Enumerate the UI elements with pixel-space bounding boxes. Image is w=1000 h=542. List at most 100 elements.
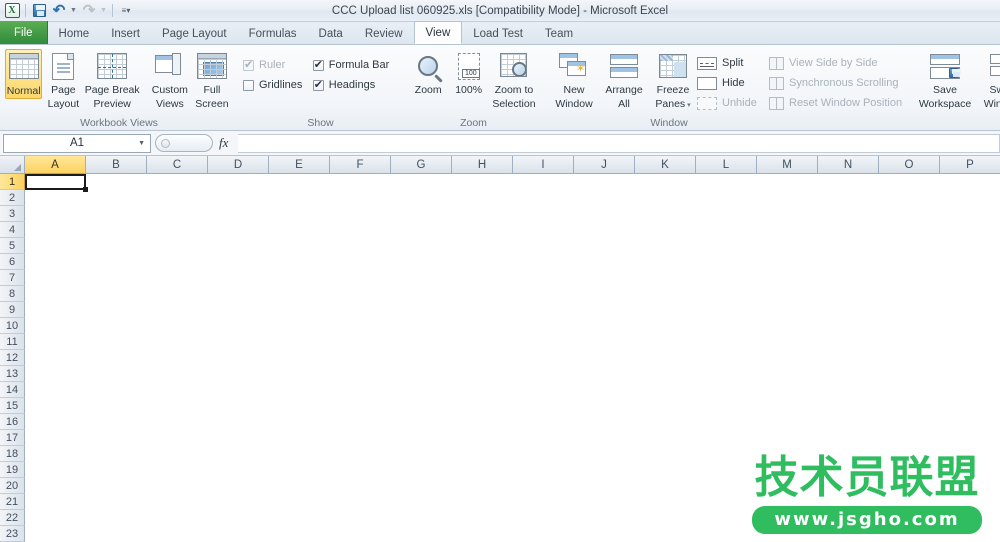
tab-team[interactable]: Team	[534, 23, 584, 44]
column-header-d[interactable]: D	[208, 156, 269, 174]
column-header-e[interactable]: E	[269, 156, 330, 174]
name-box-value: A1	[70, 137, 84, 149]
formula-bar: A1 ▼ fx	[0, 131, 1000, 156]
group-zoom: Zoom 100 100% Zoom to Selection	[403, 45, 544, 130]
column-header-g[interactable]: G	[391, 156, 452, 174]
column-header-j[interactable]: J	[574, 156, 635, 174]
name-box-dropdown-icon[interactable]: ▼	[138, 140, 145, 147]
button-save-workspace[interactable]: Save Workspace	[914, 49, 976, 110]
checkbox-headings[interactable]: Headings	[313, 75, 398, 95]
headings-checkbox-icon[interactable]	[313, 80, 324, 91]
column-headers: A B C D E F G H I J K L M N O P	[0, 156, 1000, 174]
synchronous-scrolling-icon	[769, 77, 784, 90]
reset-window-position-icon	[769, 97, 784, 110]
formula-bar-buttons[interactable]	[155, 134, 213, 152]
redo-dropdown-icon[interactable]: ▼	[100, 2, 108, 20]
name-box[interactable]: A1 ▼	[3, 134, 151, 153]
row-header-20[interactable]: 20	[0, 478, 25, 494]
tab-home[interactable]: Home	[48, 23, 101, 44]
column-header-p[interactable]: P	[940, 156, 1000, 174]
button-freeze-panes[interactable]: Freeze Panes ▾	[649, 49, 697, 110]
button-view-side-by-side: View Side by Side	[769, 53, 909, 73]
tab-file[interactable]: File	[0, 21, 48, 44]
row-header-23[interactable]: 23	[0, 526, 25, 542]
column-header-c[interactable]: C	[147, 156, 208, 174]
column-header-o[interactable]: O	[879, 156, 940, 174]
row-header-14[interactable]: 14	[0, 382, 25, 398]
row-header-21[interactable]: 21	[0, 494, 25, 510]
column-header-l[interactable]: L	[696, 156, 757, 174]
row-header-17[interactable]: 17	[0, 430, 25, 446]
tab-load-test[interactable]: Load Test	[462, 23, 534, 44]
tab-insert[interactable]: Insert	[100, 23, 151, 44]
tab-page-layout[interactable]: Page Layout	[151, 23, 238, 44]
row-header-3[interactable]: 3	[0, 206, 25, 222]
tab-view[interactable]: View	[414, 21, 463, 44]
row-header-16[interactable]: 16	[0, 414, 25, 430]
checkbox-gridlines[interactable]: Gridlines	[243, 75, 313, 95]
button-new-window[interactable]: ✶ New Window	[549, 49, 599, 110]
button-zoom[interactable]: Zoom	[408, 49, 448, 97]
checkbox-formula-bar[interactable]: Formula Bar	[313, 55, 398, 75]
row-header-18[interactable]: 18	[0, 446, 25, 462]
row-header-4[interactable]: 4	[0, 222, 25, 238]
column-header-h[interactable]: H	[452, 156, 513, 174]
formula-bar-checkbox-icon[interactable]	[313, 60, 324, 71]
button-full-screen[interactable]: Full Screen	[191, 49, 233, 110]
column-header-i[interactable]: I	[513, 156, 574, 174]
row-header-2[interactable]: 2	[0, 190, 25, 206]
row-header-10[interactable]: 10	[0, 318, 25, 334]
watermark-url: www.jsgho.com	[752, 506, 982, 534]
select-all-corner[interactable]	[0, 156, 25, 174]
column-header-n[interactable]: N	[818, 156, 879, 174]
row-header-7[interactable]: 7	[0, 270, 25, 286]
button-hide[interactable]: Hide	[697, 73, 769, 93]
button-zoom-100[interactable]: 100 100%	[448, 49, 488, 97]
checkbox-ruler: Ruler	[243, 55, 313, 75]
row-header-6[interactable]: 6	[0, 254, 25, 270]
active-cell-a1[interactable]	[25, 174, 86, 190]
button-zoom-to-selection[interactable]: Zoom to Selection	[489, 49, 539, 110]
split-icon	[697, 57, 717, 70]
row-header-19[interactable]: 19	[0, 462, 25, 478]
button-custom-views[interactable]: Custom Views	[149, 49, 191, 110]
column-header-m[interactable]: M	[757, 156, 818, 174]
save-icon[interactable]	[30, 2, 48, 20]
button-normal-view[interactable]: Normal	[5, 49, 42, 99]
column-header-k[interactable]: K	[635, 156, 696, 174]
row-header-9[interactable]: 9	[0, 302, 25, 318]
fill-handle[interactable]	[83, 187, 88, 192]
worksheet-grid: A B C D E F G H I J K L M N O P 1 2 3 4 …	[0, 156, 1000, 542]
button-page-layout-view[interactable]: Page Layout	[42, 49, 84, 110]
button-split[interactable]: Split	[697, 53, 769, 73]
undo-dropdown-icon[interactable]: ▼	[70, 2, 78, 20]
formula-input[interactable]	[238, 134, 1000, 153]
row-header-12[interactable]: 12	[0, 350, 25, 366]
row-header-15[interactable]: 15	[0, 398, 25, 414]
insert-function-icon[interactable]: fx	[213, 135, 234, 151]
button-arrange-all[interactable]: Arrange All	[599, 49, 649, 110]
column-header-f[interactable]: F	[330, 156, 391, 174]
ribbon-tab-strip: File Home Insert Page Layout Formulas Da…	[0, 22, 1000, 45]
freeze-panes-dropdown-icon[interactable]: ▾	[687, 102, 691, 109]
tab-formulas[interactable]: Formulas	[238, 23, 308, 44]
redo-icon: ↷	[80, 2, 98, 20]
tab-data[interactable]: Data	[308, 23, 354, 44]
button-page-break-preview[interactable]: Page Break Preview	[84, 49, 140, 110]
row-header-13[interactable]: 13	[0, 366, 25, 382]
excel-logo-icon[interactable]: X	[3, 2, 21, 20]
column-header-b[interactable]: B	[86, 156, 147, 174]
row-header-1[interactable]: 1	[0, 174, 25, 190]
row-header-11[interactable]: 11	[0, 334, 25, 350]
row-header-5[interactable]: 5	[0, 238, 25, 254]
tab-review[interactable]: Review	[354, 23, 414, 44]
row-header-8[interactable]: 8	[0, 286, 25, 302]
column-header-a[interactable]: A	[25, 156, 86, 174]
gridlines-checkbox-icon[interactable]	[243, 80, 254, 91]
customize-qat-icon[interactable]: ≡▾	[117, 2, 135, 20]
button-switch-windows[interactable]: Switch Windows	[976, 49, 1000, 110]
cancel-enter-icon	[161, 139, 170, 148]
group-show: Ruler Gridlines Formula Bar Headings	[238, 45, 403, 130]
row-header-22[interactable]: 22	[0, 510, 25, 526]
undo-icon[interactable]: ↶	[50, 2, 68, 20]
